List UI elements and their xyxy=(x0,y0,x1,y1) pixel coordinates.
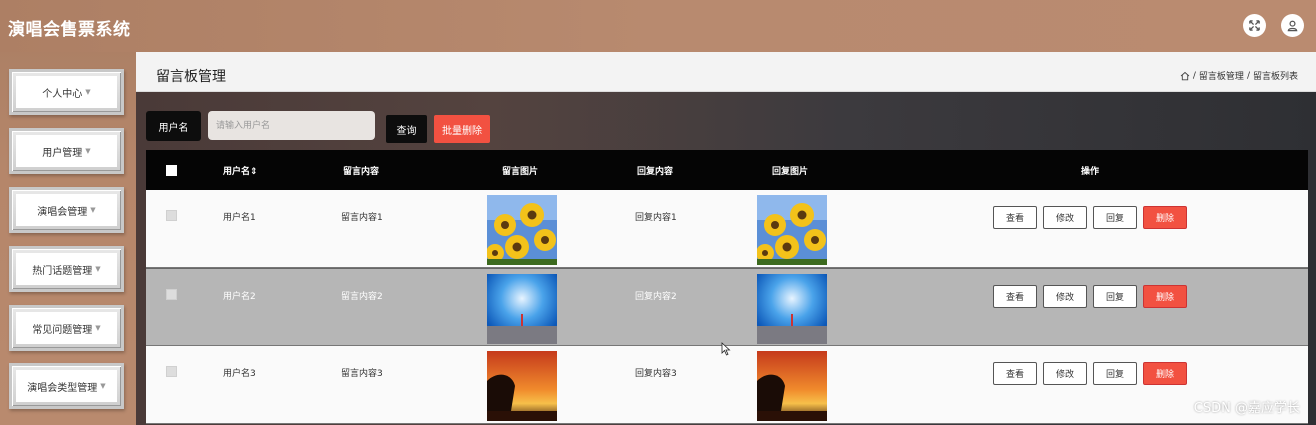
sidebar-item-label: 用户管理 xyxy=(42,147,83,159)
search-label: 用户名 xyxy=(146,111,201,141)
page-header: 留言板管理 / 留言板管理 / 留言板列表 xyxy=(136,52,1316,92)
row-checkbox[interactable] xyxy=(166,289,177,300)
row-checkbox[interactable] xyxy=(166,366,177,377)
sidebar-item-label: 演唱会管理 xyxy=(37,206,88,218)
cell-username: 用户名2 xyxy=(223,292,256,302)
cell-message: 留言内容3 xyxy=(341,369,383,379)
view-button[interactable]: 查看 xyxy=(993,285,1037,308)
message-image[interactable] xyxy=(487,351,557,421)
sidebar-item-label: 个人中心 xyxy=(42,88,83,100)
sidebar-item-label: 演唱会类型管理 xyxy=(27,382,98,394)
message-image[interactable] xyxy=(487,274,557,344)
row-checkbox[interactable] xyxy=(166,210,177,221)
reply-button[interactable]: 回复 xyxy=(1093,362,1137,385)
user-icon xyxy=(1287,20,1298,32)
view-button[interactable]: 查看 xyxy=(993,362,1037,385)
delete-button[interactable]: 删除 xyxy=(1143,362,1187,385)
cell-reply: 回复内容2 xyxy=(635,292,677,302)
reply-button[interactable]: 回复 xyxy=(1093,206,1137,229)
chevron-down-icon: ▼ xyxy=(100,382,106,390)
user-menu-button[interactable] xyxy=(1281,14,1304,37)
message-image[interactable] xyxy=(487,195,557,265)
query-button[interactable]: 查询 xyxy=(386,115,427,143)
table-row: 用户名2 留言内容2 回复内容2 查看 修改 回复 删除 xyxy=(146,268,1308,346)
sidebar-item-faq[interactable]: 常见问题管理 ▼ xyxy=(9,305,124,351)
chevron-down-icon: ▼ xyxy=(95,265,101,273)
column-header-actions: 操作 xyxy=(1081,167,1100,177)
column-header-reply: 回复内容 xyxy=(637,167,674,177)
chevron-down-icon: ▼ xyxy=(85,147,91,155)
delete-button[interactable]: 删除 xyxy=(1143,285,1187,308)
home-icon[interactable] xyxy=(1180,71,1190,81)
select-all-checkbox[interactable] xyxy=(166,165,177,176)
breadcrumb-item[interactable]: 留言板管理 xyxy=(1199,69,1244,82)
breadcrumb: / 留言板管理 / 留言板列表 xyxy=(1180,69,1298,82)
column-header-reply-image: 回复图片 xyxy=(772,167,809,177)
cell-reply: 回复内容3 xyxy=(635,369,677,379)
chevron-down-icon: ▼ xyxy=(85,88,91,96)
sidebar-item-personal-center[interactable]: 个人中心 ▼ xyxy=(9,69,124,115)
page-title: 留言板管理 xyxy=(156,69,226,85)
batch-delete-button[interactable]: 批量删除 xyxy=(434,115,490,143)
breadcrumb-sep: / xyxy=(1192,70,1196,81)
reply-button[interactable]: 回复 xyxy=(1093,285,1137,308)
sidebar-item-hot-topics[interactable]: 热门话题管理 ▼ xyxy=(9,246,124,292)
search-input[interactable] xyxy=(208,111,375,140)
reply-image[interactable] xyxy=(757,351,827,421)
app-title: 演唱会售票系统 xyxy=(8,20,131,40)
cell-username: 用户名1 xyxy=(223,213,256,223)
sidebar-item-label: 热门话题管理 xyxy=(32,265,93,277)
reply-image[interactable] xyxy=(757,195,827,265)
edit-button[interactable]: 修改 xyxy=(1043,285,1087,308)
chevron-down-icon: ▼ xyxy=(90,206,96,214)
main-content: 留言板管理 / 留言板管理 / 留言板列表 用户名 查询 批量删除 用户名⇕ 留… xyxy=(136,52,1316,425)
cell-username: 用户名3 xyxy=(223,369,256,379)
breadcrumb-sep: / xyxy=(1246,70,1250,81)
table-row: 用户名1 留言内容1 回复内容1 查看 修改 回复 删除 xyxy=(146,190,1308,268)
top-bar: 演唱会售票系统 xyxy=(0,0,1316,52)
column-header-message-image: 留言图片 xyxy=(502,167,539,177)
edit-button[interactable]: 修改 xyxy=(1043,206,1087,229)
mouse-cursor-icon xyxy=(721,342,731,356)
breadcrumb-item: 留言板列表 xyxy=(1252,72,1298,82)
sidebar-item-label: 常见问题管理 xyxy=(32,324,93,336)
table-row: 用户名3 留言内容3 回复内容3 查看 修改 回复 删除 xyxy=(146,346,1308,424)
cell-message: 留言内容2 xyxy=(341,292,383,302)
cell-message: 留言内容1 xyxy=(341,213,383,223)
cell-reply: 回复内容1 xyxy=(635,213,677,223)
watermark: CSDN @嘉应学长 xyxy=(1193,401,1300,416)
sort-icon[interactable]: ⇕ xyxy=(250,167,258,177)
column-header-message: 留言内容 xyxy=(343,167,380,177)
edit-button[interactable]: 修改 xyxy=(1043,362,1087,385)
sidebar: 个人中心 ▼ 用户管理 ▼ 演唱会管理 ▼ 热门话题管理 ▼ 常见问题管理 ▼ 演唱会类型… xyxy=(0,52,136,425)
chevron-down-icon: ▼ xyxy=(95,324,101,332)
sidebar-item-concert-types[interactable]: 演唱会类型管理 ▼ xyxy=(9,363,124,409)
delete-button[interactable]: 删除 xyxy=(1143,206,1187,229)
reply-image[interactable] xyxy=(757,274,827,344)
fullscreen-icon xyxy=(1249,20,1260,31)
sidebar-item-concerts[interactable]: 演唱会管理 ▼ xyxy=(9,187,124,233)
fullscreen-button[interactable] xyxy=(1243,14,1266,37)
message-table: 用户名⇕ 留言内容 留言图片 回复内容 回复图片 操作 用户名1 留言内容1 回… xyxy=(146,150,1308,425)
column-header-username[interactable]: 用户名⇕ xyxy=(223,164,258,177)
sidebar-item-users[interactable]: 用户管理 ▼ xyxy=(9,128,124,174)
table-header: 用户名⇕ 留言内容 留言图片 回复内容 回复图片 操作 xyxy=(146,150,1308,190)
view-button[interactable]: 查看 xyxy=(993,206,1037,229)
